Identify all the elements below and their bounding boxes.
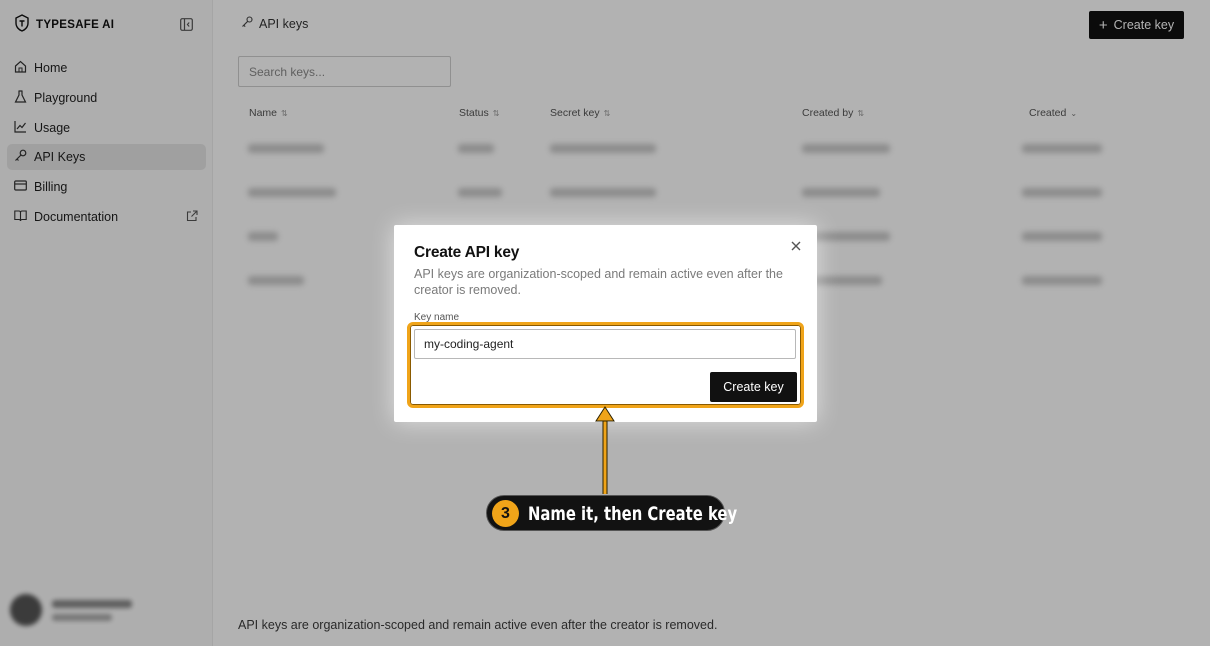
step-number-badge: 3: [492, 500, 519, 527]
annotation-arrow: [595, 406, 615, 494]
annotation-text: Name it, then Create key: [528, 503, 738, 525]
annotation-callout: 3 Name it, then Create key: [486, 495, 737, 531]
